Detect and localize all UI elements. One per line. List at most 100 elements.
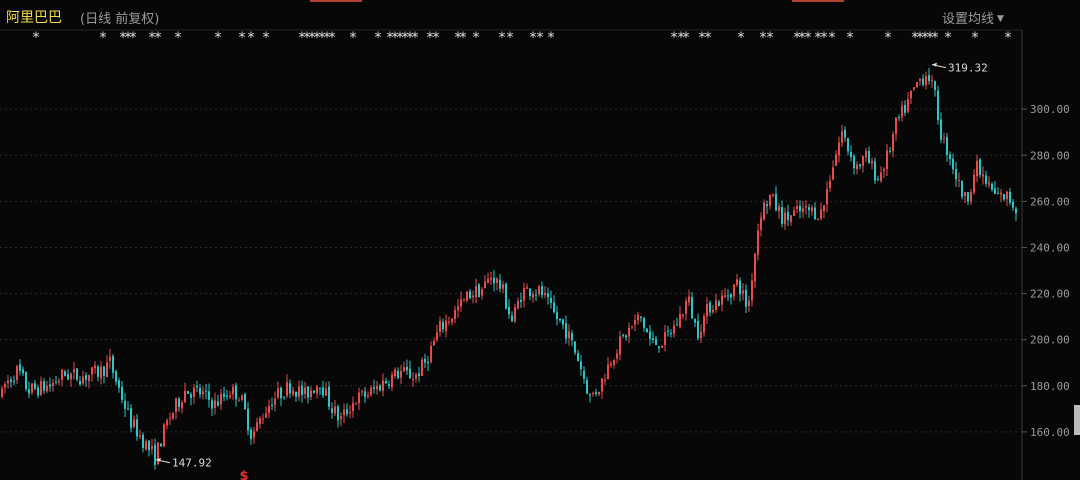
candle-body [751, 280, 753, 301]
candle-body [127, 408, 129, 410]
candle-body [760, 217, 762, 230]
candle-body [520, 299, 522, 303]
candle-body [940, 119, 942, 140]
candle-body [865, 150, 867, 158]
candle-body [982, 174, 984, 177]
candle-body [322, 387, 324, 396]
candle-body [55, 381, 57, 383]
candle-body [745, 289, 747, 307]
candle-body [922, 78, 924, 85]
candle-body [667, 330, 669, 332]
candle-body [274, 398, 276, 405]
candle-body [436, 332, 438, 340]
candle-body [364, 391, 366, 397]
candle-body [874, 161, 876, 181]
candle-body [388, 384, 390, 386]
candle-body [844, 129, 846, 138]
candle-body [214, 400, 216, 408]
candle-body [10, 379, 12, 382]
candle-body [811, 207, 813, 212]
candle-body [373, 387, 375, 389]
signal-star-marker: * [548, 30, 555, 46]
candle-body [340, 416, 342, 420]
candle-body [517, 301, 519, 309]
candle-body [118, 380, 120, 388]
candle-body [310, 390, 312, 398]
candle-body [478, 284, 480, 298]
candle-body [823, 205, 825, 212]
candle-body [346, 409, 348, 415]
candle-body [253, 431, 255, 438]
candle-body [409, 368, 411, 379]
candle-body [592, 392, 594, 394]
signal-star-marker: * [350, 30, 357, 46]
candle-body [655, 338, 657, 345]
candles [1, 67, 1017, 470]
candle-body [112, 355, 114, 373]
candle-body [400, 371, 402, 378]
candle-body [319, 387, 321, 389]
candle-body [466, 291, 468, 301]
candle-body [109, 356, 111, 362]
candle-body [1000, 192, 1002, 195]
candle-body [646, 328, 648, 333]
candle-body [385, 380, 387, 384]
candle-body [958, 180, 960, 182]
candle-body [670, 333, 672, 335]
candle-body [631, 325, 633, 327]
candle-body [91, 367, 93, 375]
signal-star-marker: * [412, 30, 419, 46]
candle-body [535, 294, 537, 296]
candle-body [25, 372, 27, 389]
candle-body [247, 408, 249, 431]
candle-body [100, 366, 102, 379]
candle-body [679, 313, 681, 327]
signal-star-marker: * [473, 30, 480, 46]
candle-body [967, 192, 969, 202]
signal-star-marker: * [705, 30, 712, 46]
signal-star-marker: * [329, 30, 336, 46]
scrollbar-handle[interactable] [1074, 405, 1080, 435]
candle-body [268, 405, 270, 413]
candle-body [343, 409, 345, 416]
candle-body [736, 279, 738, 285]
signal-star-marker: * [33, 30, 40, 46]
candle-body [559, 318, 561, 321]
candle-body [94, 365, 96, 369]
candle-body [859, 164, 861, 167]
signal-star-marker: * [263, 30, 270, 46]
signal-star-marker: * [1005, 30, 1012, 46]
candle-body [547, 293, 549, 298]
candle-body [145, 441, 147, 450]
signal-star-marker: * [155, 30, 162, 46]
candle-body [463, 298, 465, 300]
candle-body [772, 194, 774, 196]
signal-star-marker: * [239, 30, 246, 46]
candle-body [871, 161, 873, 164]
candle-body [412, 379, 414, 381]
candle-body [778, 206, 780, 212]
candle-body [832, 167, 834, 180]
candle-body [565, 323, 567, 339]
candle-body [502, 284, 504, 289]
candle-body [262, 418, 264, 420]
candle-body [358, 392, 360, 404]
candle-body [208, 391, 210, 400]
candle-body [79, 381, 81, 385]
candle-body [178, 398, 180, 408]
candle-body [361, 391, 363, 393]
candle-body [727, 295, 729, 297]
candle-body [49, 384, 51, 387]
signal-star-marker: * [175, 30, 182, 46]
candle-body [397, 370, 399, 378]
candle-body [406, 366, 408, 371]
candle-body [154, 444, 156, 465]
candle-body [703, 316, 705, 333]
candle-body [904, 104, 906, 113]
candle-body [790, 215, 792, 222]
price-axis: 160.00 180.00 200.00 220.00 240.00 260.00 280.… [1022, 103, 1070, 439]
candle-body [691, 297, 693, 319]
candle-body [148, 440, 150, 451]
signal-star-marker: * [805, 30, 812, 46]
signal-star-marker: * [885, 30, 892, 46]
